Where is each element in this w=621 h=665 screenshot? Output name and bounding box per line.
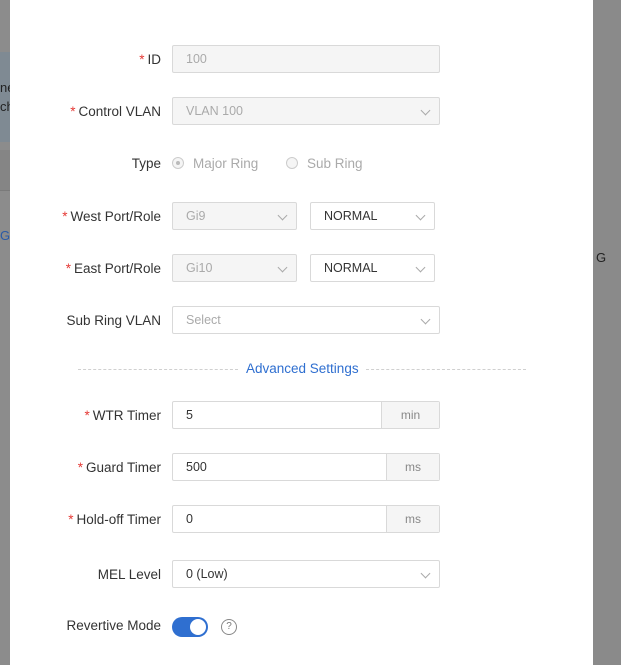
chevron-down-icon bbox=[277, 210, 288, 221]
chevron-down-icon bbox=[420, 105, 431, 116]
id-label: * ID bbox=[139, 52, 161, 67]
west-port-label: * West Port/Role bbox=[62, 209, 161, 224]
mel-level-row: MEL Level 0 (Low) bbox=[10, 560, 593, 590]
guard-timer-value: 500 bbox=[186, 460, 207, 474]
control-vlan-value: VLAN 100 bbox=[186, 104, 243, 118]
mel-level-select[interactable]: 0 (Low) bbox=[172, 560, 440, 588]
wtr-timer-label: * WTR Timer bbox=[84, 408, 161, 423]
guard-timer-label: * Guard Timer bbox=[77, 460, 161, 475]
mel-level-value: 0 (Low) bbox=[186, 567, 228, 581]
revertive-mode-toggle[interactable] bbox=[172, 617, 208, 637]
guard-timer-row: * Guard Timer 500 ms bbox=[10, 453, 593, 483]
west-role-value: NORMAL bbox=[324, 209, 378, 223]
toggle-knob bbox=[190, 619, 206, 635]
type-row: Type Major Ring Sub Ring bbox=[10, 149, 593, 179]
sub-ring-vlan-label: Sub Ring VLAN bbox=[66, 313, 161, 328]
type-label: Type bbox=[131, 156, 161, 171]
control-vlan-label: * Control VLAN bbox=[70, 104, 161, 119]
sub-ring-label: Sub Ring bbox=[307, 156, 363, 171]
revertive-mode-row: Revertive Mode bbox=[10, 611, 593, 641]
wtr-timer-input[interactable]: 5 min bbox=[172, 401, 440, 429]
holdoff-timer-row: * Hold-off Timer 0 ms bbox=[10, 505, 593, 535]
west-role-select[interactable]: NORMAL bbox=[310, 202, 435, 230]
advanced-divider-left bbox=[78, 369, 238, 370]
control-vlan-row: * Control VLAN VLAN 100 bbox=[10, 97, 593, 127]
sub-ring-vlan-placeholder: Select bbox=[186, 313, 221, 327]
major-ring-label: Major Ring bbox=[193, 156, 259, 171]
background-right-strip bbox=[593, 0, 621, 665]
east-port-select[interactable]: Gi10 bbox=[172, 254, 297, 282]
chevron-down-icon bbox=[420, 568, 431, 579]
west-port-value: Gi9 bbox=[186, 209, 206, 223]
sub-ring-radio[interactable] bbox=[286, 157, 298, 169]
holdoff-timer-value: 0 bbox=[186, 512, 193, 526]
holdoff-timer-label: * Hold-off Timer bbox=[68, 512, 161, 527]
wtr-timer-value: 5 bbox=[186, 408, 193, 422]
id-input[interactable]: 100 bbox=[172, 45, 440, 73]
guard-timer-unit: ms bbox=[386, 454, 439, 480]
advanced-divider-right bbox=[366, 369, 526, 370]
chevron-down-icon bbox=[415, 262, 426, 273]
east-role-select[interactable]: NORMAL bbox=[310, 254, 435, 282]
west-port-select[interactable]: Gi9 bbox=[172, 202, 297, 230]
wtr-timer-unit: min bbox=[381, 402, 439, 428]
chevron-down-icon bbox=[277, 262, 288, 273]
west-port-row: * West Port/Role Gi9 NORMAL bbox=[10, 202, 593, 232]
east-port-row: * East Port/Role Gi10 NORMAL bbox=[10, 254, 593, 284]
id-row: * ID 100 bbox=[10, 45, 593, 75]
edit-ring-drawer: * ID 100 * Control VLAN VLAN 100 Type Majo… bbox=[10, 0, 593, 665]
revertive-mode-label: Revertive Mode bbox=[66, 618, 161, 633]
holdoff-timer-unit: ms bbox=[386, 506, 439, 532]
sub-ring-vlan-row: Sub Ring VLAN Select bbox=[10, 306, 593, 336]
control-vlan-select[interactable]: VLAN 100 bbox=[172, 97, 440, 125]
major-ring-radio[interactable] bbox=[172, 157, 184, 169]
background-link: G bbox=[0, 228, 11, 243]
wtr-timer-row: * WTR Timer 5 min bbox=[10, 401, 593, 431]
sub-ring-vlan-select[interactable]: Select bbox=[172, 306, 440, 334]
east-port-label: * East Port/Role bbox=[65, 261, 161, 276]
help-icon[interactable]: ? bbox=[221, 619, 237, 635]
mel-level-label: MEL Level bbox=[97, 567, 161, 582]
guard-timer-input[interactable]: 500 ms bbox=[172, 453, 440, 481]
chevron-down-icon bbox=[415, 210, 426, 221]
background-text: G bbox=[596, 250, 607, 265]
advanced-settings-toggle[interactable]: Advanced Settings bbox=[246, 360, 359, 378]
east-port-value: Gi10 bbox=[186, 261, 213, 275]
east-role-value: NORMAL bbox=[324, 261, 378, 275]
chevron-down-icon bbox=[420, 314, 431, 325]
holdoff-timer-input[interactable]: 0 ms bbox=[172, 505, 440, 533]
